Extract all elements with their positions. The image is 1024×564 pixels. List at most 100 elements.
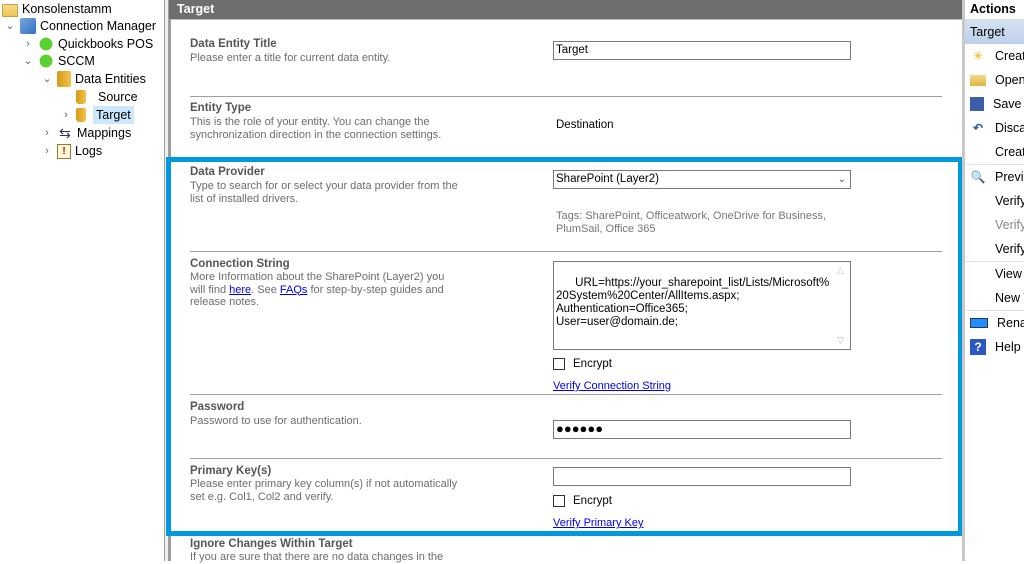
connector-icon: [38, 36, 54, 52]
mappings-icon: ⇆: [59, 125, 71, 141]
data-entities-icon: [57, 71, 71, 87]
tree-item-label: Connection Manager: [40, 19, 157, 33]
action-rename[interactable]: Rename: [965, 311, 1024, 335]
password-label: Password: [190, 401, 245, 413]
action-label: Create: [995, 49, 1024, 63]
blank-icon: [970, 217, 986, 233]
primary-key-desc: Please enter primary key column(s) if no…: [190, 478, 458, 503]
primary-key-input[interactable]: [553, 467, 851, 486]
faqs-link[interactable]: FAQs: [280, 284, 308, 296]
desc-text: . See: [251, 283, 280, 296]
action-label: Verify: [995, 218, 1024, 232]
action-label: Rename: [997, 316, 1024, 330]
entity-type-value: Destination: [556, 119, 614, 131]
action-verify-3[interactable]: Verify: [965, 237, 1024, 261]
rename-icon: [970, 318, 988, 328]
action-label: Verify: [995, 242, 1024, 256]
data-entity-title-input[interactable]: Target: [553, 41, 851, 60]
data-entity-title-desc: Please enter a title for current data en…: [190, 52, 391, 64]
here-link[interactable]: here: [229, 284, 251, 296]
action-label: View: [995, 267, 1022, 281]
chevron-down-icon[interactable]: ⌄: [838, 171, 846, 188]
divider: [190, 394, 942, 395]
password-desc: Password to use for authentication.: [190, 415, 362, 427]
preview-icon: 🔍: [970, 170, 986, 184]
folder-icon: [2, 4, 18, 17]
chevron-down-icon[interactable]: ⌄: [41, 70, 53, 88]
open-folder-icon: [970, 74, 986, 86]
connection-encrypt-checkbox[interactable]: Encrypt: [553, 357, 612, 371]
tree-item-label: Konsolenstamm: [22, 2, 112, 16]
action-label: Create: [995, 145, 1024, 159]
chevron-down-icon[interactable]: ⌄: [22, 52, 34, 70]
tree-item-mappings[interactable]: › ⇆ Mappings: [41, 124, 131, 142]
new-icon: ✳: [972, 49, 984, 63]
action-save[interactable]: Save Changes: [965, 92, 1024, 116]
connection-string-textarea[interactable]: URL=https://your_sharepoint_list/Lists/M…: [553, 261, 851, 350]
blank-icon: [970, 241, 986, 257]
divider: [190, 251, 942, 252]
connection-string-value: URL=https://your_sharepoint_list/Lists/M…: [556, 277, 830, 328]
scroll-up-icon[interactable]: △: [837, 264, 844, 277]
data-provider-dropdown[interactable]: SharePoint (Layer2) ⌄: [553, 170, 851, 189]
primary-key-encrypt-checkbox[interactable]: Encrypt: [553, 494, 612, 508]
chevron-right-icon[interactable]: ›: [22, 35, 34, 53]
tree-item-label: Quickbooks POS: [58, 37, 154, 51]
database-icon: [76, 108, 86, 122]
chevron-right-icon[interactable]: ›: [60, 106, 72, 124]
blank-icon: [970, 144, 986, 160]
action-create[interactable]: ✳ Create: [965, 44, 1024, 68]
tree-item-connection-manager[interactable]: ⌄ Connection Manager: [4, 17, 156, 35]
blank-icon: [970, 290, 986, 306]
actions-group-header[interactable]: Target: [965, 20, 1024, 44]
tree-item-label: Target: [93, 106, 134, 124]
action-preview[interactable]: 🔍 Preview: [965, 165, 1024, 189]
action-view[interactable]: View: [965, 262, 1024, 286]
tree-item-quickbooks-pos[interactable]: › Quickbooks POS: [22, 35, 153, 53]
tree-item-source[interactable]: Source: [76, 88, 138, 106]
tree-item-logs[interactable]: › ! Logs: [41, 142, 102, 160]
tree-item-label: Logs: [75, 144, 103, 158]
panel-title: Target: [169, 0, 962, 19]
connector-icon: [38, 53, 54, 69]
chevron-down-icon[interactable]: ⌄: [4, 17, 16, 35]
scroll-down-icon[interactable]: ▽: [837, 334, 844, 347]
password-input[interactable]: ●●●●●●: [553, 420, 851, 439]
verify-primary-key-link[interactable]: Verify Primary Key: [553, 517, 643, 529]
ignore-changes-desc: If you are sure that there are no data c…: [190, 551, 444, 563]
action-new-window[interactable]: New Window: [965, 286, 1024, 310]
action-help[interactable]: ? Help: [965, 335, 1024, 359]
tree-item-konsolenstamm[interactable]: Konsolenstamm: [2, 0, 112, 18]
action-create-2[interactable]: Create: [965, 140, 1024, 164]
action-label: Save Changes: [993, 97, 1024, 111]
action-discard[interactable]: ↶ Discard Changes: [965, 116, 1024, 140]
verify-connection-string-link[interactable]: Verify Connection String: [553, 380, 671, 392]
tree-item-label: SCCM: [58, 54, 95, 68]
actions-title: Actions: [965, 0, 1024, 20]
primary-key-label: Primary Key(s): [190, 465, 272, 477]
data-provider-desc: Type to search for or select your data p…: [190, 180, 458, 205]
divider: [190, 458, 942, 459]
tree-item-sccm[interactable]: ⌄ SCCM: [22, 52, 95, 70]
checkbox-box[interactable]: [553, 358, 565, 370]
action-verify-1[interactable]: Verify: [965, 189, 1024, 213]
textarea-scrollbar[interactable]: △ ▽: [834, 262, 850, 349]
entity-type-desc: This is the role of your entity. You can…: [190, 116, 442, 141]
tree-item-data-entities[interactable]: ⌄ Data Entities: [41, 70, 146, 88]
tree-item-label: Source: [98, 90, 138, 104]
chevron-right-icon[interactable]: ›: [41, 142, 53, 160]
console-tree: Konsolenstamm ⌄ Connection Manager › Qui…: [0, 0, 164, 561]
data-provider-value: SharePoint (Layer2): [556, 173, 659, 185]
actions-pane: Actions Target ✳ Create Open Save Changes…: [962, 0, 1024, 561]
tree-item-target[interactable]: › Target: [60, 106, 134, 124]
chevron-right-icon[interactable]: ›: [41, 124, 53, 142]
blank-icon: [970, 193, 986, 209]
entity-type-label: Entity Type: [190, 102, 252, 114]
checkbox-box[interactable]: [553, 495, 565, 507]
encrypt-label: Encrypt: [573, 495, 612, 507]
save-icon: [970, 97, 984, 111]
settings-form: Data Entity Title Please enter a title f…: [169, 19, 962, 563]
action-open[interactable]: Open: [965, 68, 1024, 92]
connection-manager-icon: [20, 18, 36, 34]
blank-icon: [970, 266, 986, 282]
